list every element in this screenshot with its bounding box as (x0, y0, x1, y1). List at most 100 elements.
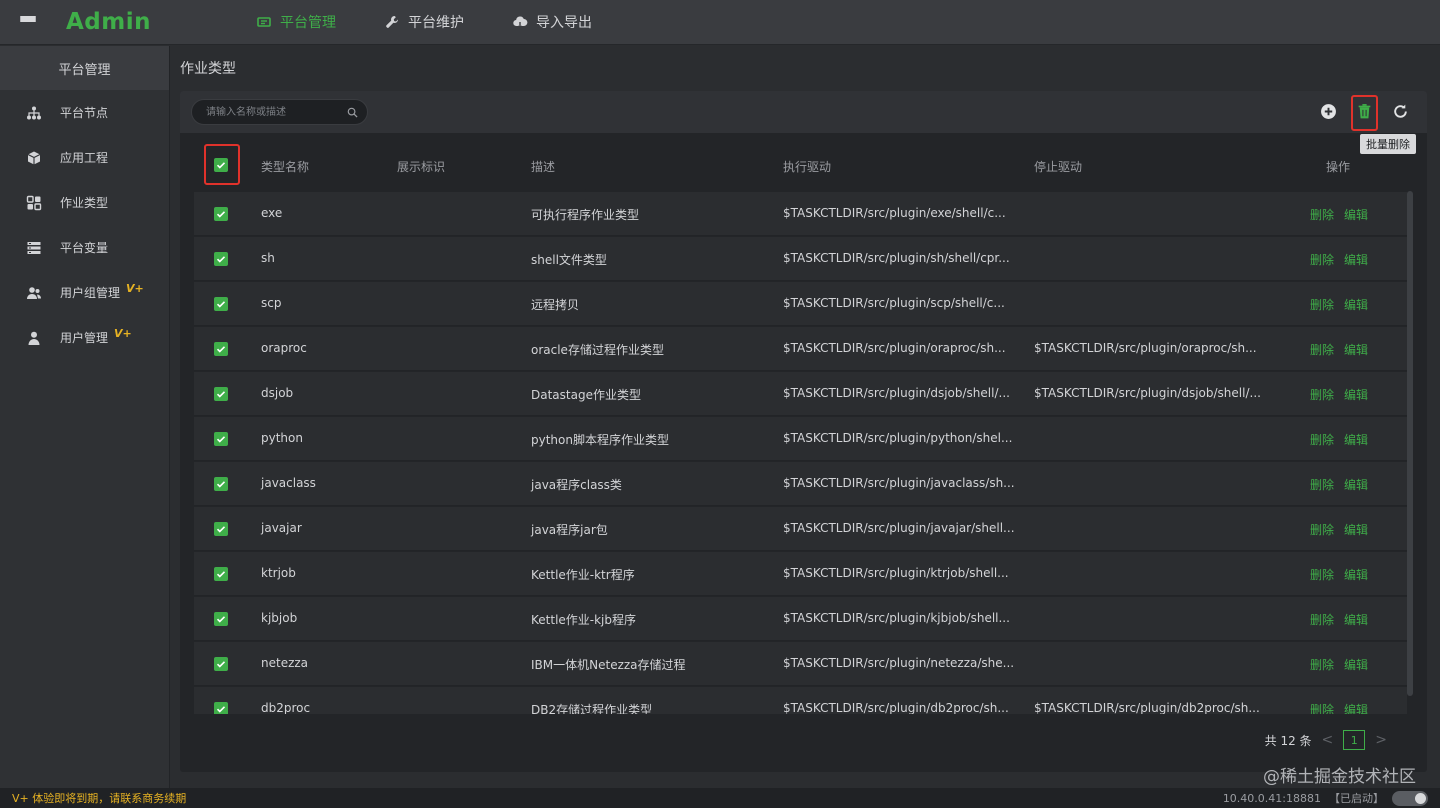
sidebar-item-label: 应用工程 (60, 151, 109, 165)
delete-link[interactable]: 删除 (1310, 656, 1334, 673)
delete-link[interactable]: 删除 (1310, 701, 1334, 714)
delete-link[interactable]: 删除 (1310, 251, 1334, 268)
sidebar-item-users[interactable]: 用户管理 V+ (0, 315, 169, 360)
column-header-stop-driver[interactable]: 停止驱动 (1034, 158, 1082, 175)
row-checkbox[interactable] (214, 342, 228, 356)
next-page-button[interactable]: > (1375, 732, 1387, 748)
prev-page-button[interactable]: < (1322, 732, 1334, 748)
edit-link[interactable]: 编辑 (1344, 611, 1368, 628)
sidebar-item-app-projects[interactable]: 应用工程 (0, 135, 169, 180)
status-bar: V+ 体验即将到期，请联系商务续期 10.40.0.41:18881 【已启动】 (0, 788, 1440, 808)
cell-exec-driver: $TASKCTLDIR/src/plugin/dsjob/shell/... (783, 386, 1010, 400)
edit-link[interactable]: 编辑 (1344, 701, 1368, 714)
row-checkbox[interactable] (214, 432, 228, 446)
row-checkbox[interactable] (214, 567, 228, 581)
server-status: 10.40.0.41:18881 【已启动】 (1223, 790, 1428, 806)
edit-link[interactable]: 编辑 (1344, 521, 1368, 538)
cell-description: java程序jar包 (531, 523, 608, 537)
cell-description: oracle存储过程作业类型 (531, 343, 664, 357)
cloud-icon (513, 16, 528, 29)
cell-exec-driver: $TASKCTLDIR/src/plugin/javaclass/sh... (783, 476, 1015, 490)
table-row: kjbjob Kettle作业-kjb程序 $TASKCTLDIR/src/plug… (194, 597, 1407, 641)
grid-icon (26, 195, 42, 210)
edit-link[interactable]: 编辑 (1344, 431, 1368, 448)
add-icon[interactable] (1320, 103, 1337, 120)
refresh-icon[interactable] (1392, 103, 1409, 120)
cell-type-name: python (261, 431, 303, 445)
edit-link[interactable]: 编辑 (1344, 341, 1368, 358)
delete-link[interactable]: 删除 (1310, 206, 1334, 223)
row-checkbox[interactable] (214, 387, 228, 401)
table-scrollbar[interactable] (1407, 191, 1413, 696)
page-title: 作业类型 (180, 61, 236, 77)
nav-platform-maintenance[interactable]: 平台维护 (360, 0, 488, 45)
user-icon (28, 331, 40, 345)
edit-link[interactable]: 编辑 (1344, 296, 1368, 313)
search-input[interactable] (206, 104, 336, 120)
cell-description: Kettle作业-ktr程序 (531, 568, 635, 582)
job-types-panel: 批量删除 类型名称 展示标识 描述 执行驱动 停止驱动 操作 exe可执行程序作… (180, 91, 1427, 772)
column-header-display[interactable]: 展示标识 (397, 158, 445, 175)
table-row: dsjob Datastage作业类型 $TASKCTLDIR/src/plugin… (194, 372, 1407, 416)
edit-link[interactable]: 编辑 (1344, 476, 1368, 493)
row-checkbox[interactable] (214, 207, 228, 221)
delete-link[interactable]: 删除 (1310, 431, 1334, 448)
menu-toggle-button[interactable] (0, 0, 56, 45)
delete-link[interactable]: 删除 (1310, 296, 1334, 313)
search-box (191, 99, 368, 125)
sidebar-item-platform-variables[interactable]: 平台变量 (0, 225, 169, 270)
edit-link[interactable]: 编辑 (1344, 566, 1368, 583)
cell-type-name: oraproc (261, 341, 307, 355)
server-toggle[interactable] (1392, 790, 1428, 806)
sidebar-item-label: 用户管理 (60, 331, 109, 345)
column-header-type-name[interactable]: 类型名称 (261, 158, 309, 175)
delete-link[interactable]: 删除 (1310, 341, 1334, 358)
cell-exec-driver: $TASKCTLDIR/src/plugin/sh/shell/cpr... (783, 251, 1010, 265)
user-group-icon (27, 286, 41, 299)
hamburger-icon (20, 16, 36, 28)
delete-link[interactable]: 删除 (1310, 386, 1334, 403)
row-checkbox[interactable] (214, 252, 228, 266)
cell-type-name: dsjob (261, 386, 294, 400)
server-address: 10.40.0.41:18881 (1222, 791, 1321, 805)
table-row: sh shell文件类型 $TASKCTLDIR/src/plugin/sh/she… (194, 237, 1407, 281)
column-header-exec-driver[interactable]: 执行驱动 (783, 158, 831, 175)
row-checkbox[interactable] (214, 702, 228, 714)
check-icon (216, 301, 226, 308)
row-checkbox[interactable] (214, 297, 228, 311)
cell-description: java程序class类 (531, 478, 622, 492)
sidebar: 平台管理 平台节点 应用工程 作业类型 平台变量 用户组管理 V+ 用户管理 V… (0, 46, 170, 788)
row-checkbox[interactable] (214, 522, 228, 536)
delete-link[interactable]: 删除 (1310, 611, 1334, 628)
sidebar-item-user-groups[interactable]: 用户组管理 V+ (0, 270, 169, 315)
edit-link[interactable]: 编辑 (1344, 656, 1368, 673)
cell-type-name: kjbjob (261, 611, 298, 625)
delete-link[interactable]: 删除 (1310, 476, 1334, 493)
sidebar-item-job-types[interactable]: 作业类型 (0, 180, 169, 225)
sidebar-item-platform-nodes[interactable]: 平台节点 (0, 90, 169, 135)
check-icon (216, 526, 226, 533)
sidebar-header: 平台管理 (0, 46, 169, 90)
edit-link[interactable]: 编辑 (1344, 386, 1368, 403)
platform-icon (257, 17, 271, 27)
nav-platform-management[interactable]: 平台管理 (232, 0, 360, 45)
delete-link[interactable]: 删除 (1310, 521, 1334, 538)
row-checkbox[interactable] (214, 612, 228, 626)
watermark: @稀土掘金技术社区 (1263, 767, 1416, 787)
cell-exec-driver: $TASKCTLDIR/src/plugin/javajar/shell... (783, 521, 1015, 535)
wrench-icon (386, 16, 398, 28)
pagination: 共 12 条 < 1 > (1265, 730, 1387, 750)
search-icon[interactable] (347, 107, 358, 118)
delete-link[interactable]: 删除 (1310, 566, 1334, 583)
row-checkbox[interactable] (214, 477, 228, 491)
cell-description: 远程拷贝 (531, 298, 580, 312)
column-header-description[interactable]: 描述 (531, 158, 555, 175)
table-row: javaclass java程序class类 $TASKCTLDIR/src/plu… (194, 462, 1407, 506)
row-checkbox[interactable] (214, 657, 228, 671)
cell-description: python脚本程序作业类型 (531, 433, 669, 447)
cell-exec-driver: $TASKCTLDIR/src/plugin/oraproc/sh... (783, 341, 1006, 355)
edit-link[interactable]: 编辑 (1344, 251, 1368, 268)
nav-import-export[interactable]: 导入导出 (488, 0, 616, 45)
edit-link[interactable]: 编辑 (1344, 206, 1368, 223)
page-number-button[interactable]: 1 (1343, 730, 1366, 750)
